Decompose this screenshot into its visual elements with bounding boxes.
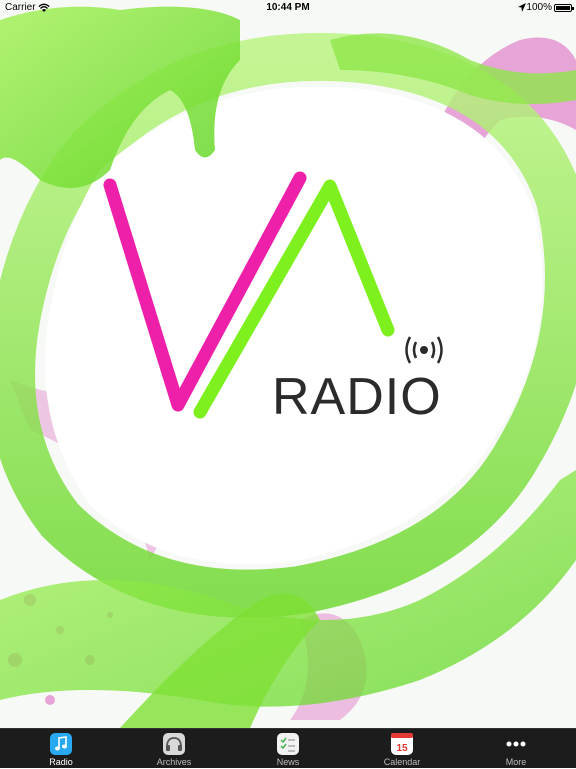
tab-more[interactable]: More — [476, 729, 556, 769]
battery-icon — [554, 4, 574, 12]
tab-bar: Radio Archives News 15 Calendar More — [0, 728, 576, 768]
status-time: 10:44 PM — [266, 2, 310, 13]
tab-label-more: More — [505, 757, 527, 767]
location-arrow-icon — [518, 3, 526, 12]
tab-label-news: News — [276, 757, 300, 767]
logo-radio-text: RADIO — [272, 368, 442, 426]
tab-label-radio: Radio — [49, 757, 73, 767]
more-dots-icon — [506, 741, 526, 747]
broadcast-antenna-icon — [405, 336, 443, 364]
calendar-day-number: 15 — [396, 743, 408, 754]
headphones-icon — [163, 733, 185, 755]
splash-artwork: RADIO — [0, 0, 576, 728]
tab-calendar[interactable]: 15 Calendar — [362, 729, 442, 769]
va-radio-logo: RADIO — [103, 171, 443, 426]
tab-archives[interactable]: Archives — [134, 729, 214, 769]
battery-percent: 100% — [526, 2, 552, 13]
music-note-icon — [50, 733, 72, 755]
checklist-icon — [277, 733, 299, 755]
status-bar: Carrier 10:44 PM 100% — [0, 0, 576, 16]
tab-label-archives: Archives — [156, 757, 192, 767]
tab-news[interactable]: News — [248, 729, 328, 769]
tab-radio[interactable]: Radio — [21, 729, 101, 769]
calendar-icon: 15 — [391, 733, 413, 755]
tab-label-calendar: Calendar — [383, 757, 421, 767]
